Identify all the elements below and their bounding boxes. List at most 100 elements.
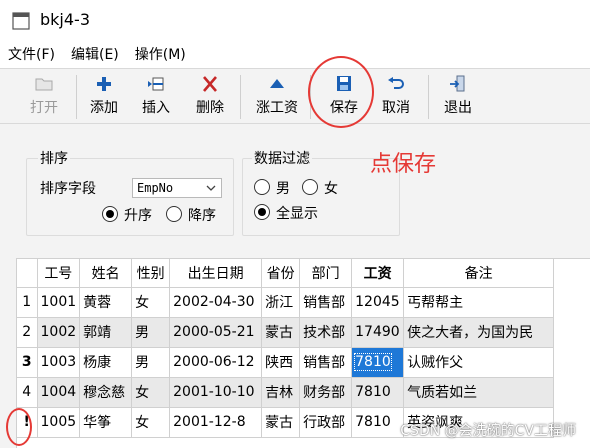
up-triangle-icon — [270, 79, 284, 88]
cell-department[interactable]: 销售部 — [299, 287, 353, 318]
cell-name[interactable]: 杨康 — [79, 347, 133, 378]
column-header[interactable]: 省份 — [261, 259, 301, 288]
table-row[interactable]: 4 1004 穆念慈 女 2001-10-10 吉林 财务部 7810 气质若如… — [17, 377, 555, 408]
cell-birthdate[interactable]: 2000-05-21 — [169, 317, 263, 348]
cell-birthdate[interactable]: 2001-10-10 — [169, 377, 263, 408]
toolbar-separator — [428, 75, 429, 119]
filter-male-radio[interactable] — [254, 179, 270, 195]
employee-table: 工号 姓名 性别 出生日期 省份 部门 工资 备注 1 1001 黄蓉 女 20… — [17, 259, 555, 438]
sort-group-title: 排序 — [38, 148, 70, 168]
cell-empno[interactable]: 1004 — [37, 377, 81, 408]
selected-cell-value: 7810 — [354, 353, 392, 371]
window-title: bkj4-3 — [40, 10, 90, 29]
cell-province[interactable]: 吉林 — [261, 377, 301, 408]
sort-field-select[interactable]: EmpNo — [132, 178, 222, 198]
column-header[interactable]: 出生日期 — [169, 259, 263, 288]
cancel-button[interactable]: 取消 — [376, 73, 416, 121]
title-bar: bkj4-3 — [0, 0, 590, 40]
filter-female-label: 女 — [324, 181, 338, 197]
cell-gender[interactable]: 女 — [131, 287, 171, 318]
cell-name[interactable]: 穆念慈 — [79, 377, 133, 408]
cell-department[interactable]: 财务部 — [299, 377, 353, 408]
delete-x-icon — [203, 76, 217, 92]
corner-cell — [17, 259, 38, 288]
column-header[interactable]: 部门 — [299, 259, 353, 288]
cell-salary[interactable]: 7810 — [351, 377, 405, 408]
sort-desc-label: 降序 — [188, 208, 216, 224]
column-header[interactable]: 性别 — [131, 259, 171, 288]
table-row[interactable]: 3 1003 杨康 男 2000-06-12 陕西 销售部 7810 认贼作父 — [17, 347, 555, 378]
toolbar: 打开 添加 插入 删除 涨工资 保存 取消 退出 — [0, 68, 590, 124]
exit-door-icon — [450, 75, 465, 92]
cell-department[interactable]: 行政部 — [299, 407, 353, 438]
column-header[interactable]: 备注 — [403, 259, 555, 288]
table-row[interactable]: 1 1001 黄蓉 女 2002-04-30 浙江 销售部 12045 丐帮帮主 — [17, 287, 555, 318]
sort-desc-radio[interactable] — [166, 206, 182, 222]
open-button[interactable]: 打开 — [22, 73, 66, 121]
cell-gender[interactable]: 女 — [131, 407, 171, 438]
cell-birthdate[interactable]: 2000-06-12 — [169, 347, 263, 378]
filter-male-label: 男 — [276, 181, 290, 197]
menu-bar: 文件(F) 编辑(E) 操作(M) — [0, 44, 194, 68]
exit-button[interactable]: 退出 — [438, 73, 478, 121]
toolbar-separator — [76, 75, 77, 119]
menu-edit[interactable]: 编辑(E) — [63, 44, 127, 68]
row-header[interactable]: 4 — [17, 377, 38, 408]
raise-salary-button[interactable]: 涨工资 — [250, 73, 304, 121]
cell-salary[interactable]: 12045 — [351, 287, 405, 318]
insert-row-icon — [148, 77, 164, 91]
cell-province[interactable]: 浙江 — [261, 287, 301, 318]
annotation-text: 点保存 — [370, 152, 437, 177]
cell-province[interactable]: 蒙古 — [261, 407, 301, 438]
menu-operation[interactable]: 操作(M) — [127, 44, 194, 68]
filter-group-title: 数据过滤 — [252, 148, 312, 168]
cell-empno[interactable]: 1003 — [37, 347, 81, 378]
cell-salary[interactable]: 7810 — [351, 407, 405, 438]
cell-gender[interactable]: 男 — [131, 317, 171, 348]
filter-all-label: 全显示 — [276, 206, 318, 222]
column-header[interactable]: 工资 — [351, 259, 405, 288]
cell-name[interactable]: 华筝 — [79, 407, 133, 438]
column-header[interactable]: 姓名 — [79, 259, 133, 288]
cell-memo[interactable]: 认贼作父 — [403, 347, 555, 378]
add-button[interactable]: 添加 — [84, 73, 124, 121]
delete-button[interactable]: 删除 — [190, 73, 230, 121]
annotation-circle-save — [308, 56, 374, 128]
cell-department[interactable]: 销售部 — [299, 347, 353, 378]
insert-button[interactable]: 插入 — [136, 73, 176, 121]
table-row[interactable]: 2 1002 郭靖 男 2000-05-21 蒙古 技术部 17490 侠之大者… — [17, 317, 555, 348]
filter-all-radio[interactable] — [254, 204, 270, 220]
cell-empno[interactable]: 1002 — [37, 317, 81, 348]
cell-empno[interactable]: 1005 — [37, 407, 81, 438]
cell-salary[interactable]: 17490 — [351, 317, 405, 348]
column-header[interactable]: 工号 — [37, 259, 81, 288]
cell-empno[interactable]: 1001 — [37, 287, 81, 318]
sort-field-value: EmpNo — [137, 181, 174, 195]
watermark: CSDN @会洗碗的CV工程师 — [400, 423, 576, 439]
plus-icon — [97, 77, 111, 91]
chevron-down-icon — [206, 185, 216, 191]
toolbar-separator — [240, 75, 241, 119]
cell-province[interactable]: 陕西 — [261, 347, 301, 378]
filter-female-radio[interactable] — [302, 179, 318, 195]
cell-name[interactable]: 黄蓉 — [79, 287, 133, 318]
row-header[interactable]: 1 — [17, 287, 38, 318]
cell-department[interactable]: 技术部 — [299, 317, 353, 348]
cell-province[interactable]: 蒙古 — [261, 317, 301, 348]
row-header[interactable]: 2 — [17, 317, 38, 348]
cell-name[interactable]: 郭靖 — [79, 317, 133, 348]
row-header[interactable]: 3 — [17, 347, 38, 378]
sort-field-label: 排序字段 — [40, 181, 96, 197]
cell-memo[interactable]: 丐帮帮主 — [403, 287, 555, 318]
sort-asc-radio[interactable] — [102, 206, 118, 222]
cell-gender[interactable]: 男 — [131, 347, 171, 378]
cell-memo[interactable]: 气质若如兰 — [403, 377, 555, 408]
cell-birthdate[interactable]: 2001-12-8 — [169, 407, 263, 438]
menu-file[interactable]: 文件(F) — [0, 44, 63, 68]
cell-salary-selected[interactable]: 7810 — [351, 347, 405, 378]
folder-icon — [35, 78, 53, 91]
annotation-circle-row-marker — [6, 408, 32, 446]
cell-birthdate[interactable]: 2002-04-30 — [169, 287, 263, 318]
cell-gender[interactable]: 女 — [131, 377, 171, 408]
cell-memo[interactable]: 侠之大者，为国为民 — [403, 317, 555, 348]
